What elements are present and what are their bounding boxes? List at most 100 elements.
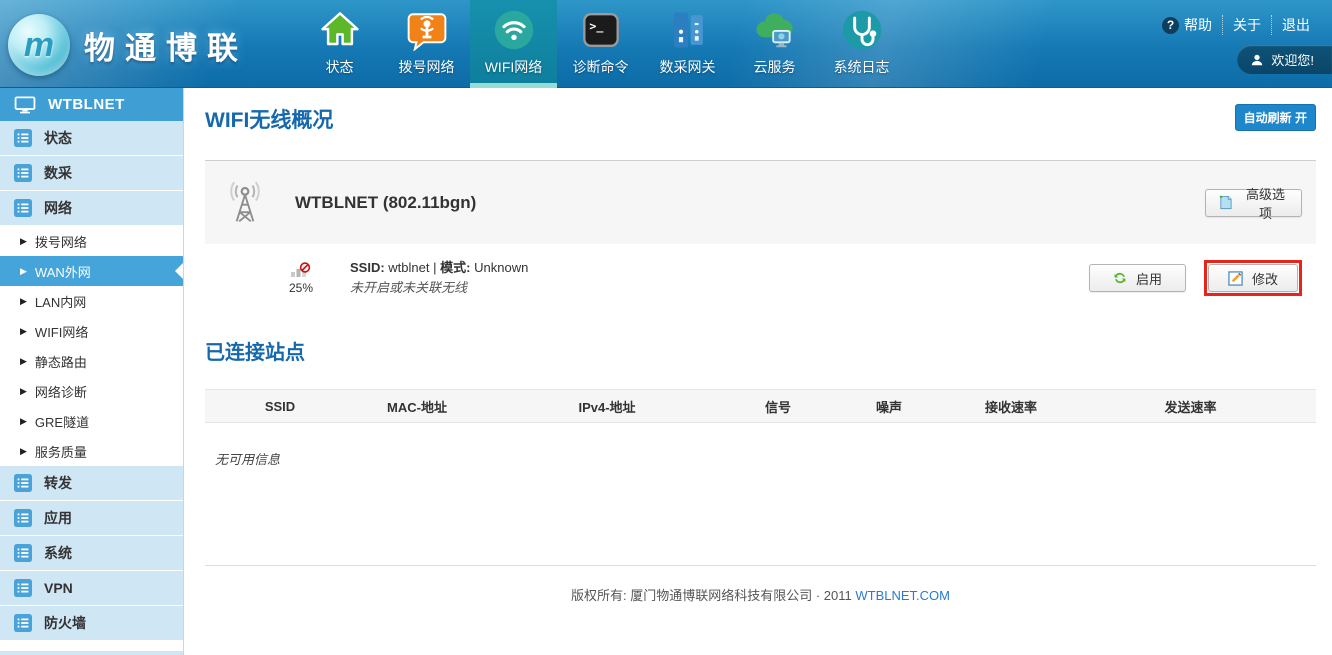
auto-refresh-toggle[interactable]: 自动刷新 开 — [1235, 104, 1316, 131]
logo-sphere-icon: m — [8, 14, 70, 76]
no-data-message: 无可用信息 — [205, 449, 1316, 468]
ssid-mode-line: SSID: wtblnet | 模式: Unknown — [350, 258, 528, 278]
sidebar-bottom-strip — [0, 650, 183, 655]
sidebar-item-label: 应用 — [44, 508, 72, 528]
caret-right-icon: ▶ — [20, 326, 27, 337]
sidebar-header: WTBLNET — [0, 88, 183, 121]
connected-stations-title: 已连接站点 — [205, 336, 1316, 365]
sidebar-item-firewall[interactable]: 防火墙 — [0, 606, 183, 641]
sidebar-item-label: 拨号网络 — [35, 232, 87, 251]
list-icon — [14, 474, 32, 492]
nav-label: 系统日志 — [834, 57, 890, 77]
modify-button[interactable]: 修改 — [1208, 264, 1298, 292]
svg-text:>_: >_ — [589, 19, 604, 34]
wifi-status-text: 未开启或未关联无线 — [350, 278, 528, 298]
list-icon — [14, 164, 32, 182]
sidebar-item-label: LAN内网 — [35, 292, 86, 311]
brand-logo: m 物通博联 — [8, 14, 248, 76]
nav-label: WIFI网络 — [485, 57, 543, 77]
device-name: WTBLNET — [48, 96, 125, 113]
sidebar-item-datacollect[interactable]: 数采 — [0, 156, 183, 191]
help-link[interactable]: 帮助 — [1184, 15, 1222, 35]
nav-tab-wifi[interactable]: WIFI网络 — [470, 0, 557, 88]
signal-disabled-icon — [290, 261, 312, 278]
welcome-badge[interactable]: 欢迎您! — [1237, 45, 1332, 74]
about-link[interactable]: 关于 — [1222, 15, 1271, 35]
sidebar-item-wan[interactable]: ▶ WAN外网 — [0, 256, 183, 286]
sidebar-item-label: 防火墙 — [44, 613, 86, 633]
router-admin-page: m 物通博联 状态 拨号网络 WIFI网络 — [0, 0, 1332, 655]
wifi-overview-panel: WTBLNET (802.11bgn) 高级选项 — [205, 160, 1316, 244]
nav-tab-syslog[interactable]: 系统日志 — [818, 0, 905, 88]
sidebar-item-label: 网络诊断 — [35, 382, 87, 401]
sidebar-item-lan[interactable]: ▶ LAN内网 — [0, 286, 183, 316]
page-add-icon — [1218, 195, 1233, 210]
nav-tab-diagnostics[interactable]: >_ 诊断命令 — [557, 0, 644, 88]
caret-right-icon: ▶ — [20, 266, 27, 277]
sidebar-item-vpn[interactable]: VPN — [0, 571, 183, 606]
footer-link[interactable]: WTBLNET.COM — [855, 588, 950, 603]
column-header-mac: MAC-地址 — [355, 397, 479, 416]
enable-button[interactable]: 启用 — [1089, 264, 1186, 292]
nav-label: 云服务 — [754, 57, 796, 77]
sidebar-item-gre-tunnel[interactable]: ▶ GRE隧道 — [0, 406, 183, 436]
sidebar-item-status[interactable]: 状态 — [0, 121, 183, 156]
sidebar-item-system[interactable]: 系统 — [0, 536, 183, 571]
refresh-icon — [1113, 271, 1127, 285]
page-title: WIFI无线概况 — [205, 104, 333, 134]
sidebar-item-label: WIFI网络 — [35, 322, 88, 341]
sidebar-item-label: 系统 — [44, 543, 72, 563]
sidebar-item-label: 服务质量 — [35, 442, 87, 461]
welcome-text: 欢迎您! — [1271, 50, 1314, 69]
user-icon — [1250, 53, 1264, 67]
sidebar-item-label: 状态 — [44, 128, 72, 148]
brand-name: 物通博联 — [84, 23, 248, 68]
column-header-noise: 噪声 — [821, 397, 957, 416]
monitor-icon — [14, 96, 36, 114]
wifi-network-title: WTBLNET (802.11bgn) — [295, 193, 476, 213]
column-header-ipv4: IPv4-地址 — [479, 397, 735, 416]
list-icon — [14, 614, 32, 632]
caret-right-icon: ▶ — [20, 416, 27, 427]
signal-indicator: 25% — [280, 261, 322, 295]
sidebar-item-qos[interactable]: ▶ 服务质量 — [0, 436, 183, 466]
sidebar-item-label: WAN外网 — [35, 262, 91, 281]
list-icon — [14, 579, 32, 597]
sidebar-item-net-diagnostics[interactable]: ▶ 网络诊断 — [0, 376, 183, 406]
help-icon: ? — [1162, 17, 1179, 34]
nav-tab-dialup[interactable]: 拨号网络 — [383, 0, 470, 88]
advanced-options-button[interactable]: 高级选项 — [1205, 189, 1302, 217]
caret-right-icon: ▶ — [20, 386, 27, 397]
column-header-rx-rate: 接收速率 — [957, 397, 1065, 416]
top-links: ? 帮助 关于 退出 — [1162, 15, 1320, 35]
wifi-icon — [491, 7, 537, 53]
sidebar-item-dialup-network[interactable]: ▶ 拨号网络 — [0, 226, 183, 256]
ssid-value: wtblnet — [388, 260, 429, 275]
list-icon — [14, 199, 32, 217]
nav-label: 数采网关 — [660, 57, 716, 77]
sidebar-item-network[interactable]: 网络 — [0, 191, 183, 226]
signal-percent: 25% — [289, 281, 313, 295]
logout-link[interactable]: 退出 — [1271, 15, 1320, 35]
sidebar-item-label: VPN — [44, 580, 73, 596]
antenna-icon — [225, 181, 265, 225]
sidebar-item-label: 数采 — [44, 163, 72, 183]
sidebar-item-forwarding[interactable]: 转发 — [0, 466, 183, 501]
nav-tab-cloud[interactable]: 云服务 — [731, 0, 818, 88]
nav-label: 拨号网络 — [399, 57, 455, 77]
nav-tab-gateway[interactable]: 数采网关 — [644, 0, 731, 88]
sidebar-item-application[interactable]: 应用 — [0, 501, 183, 536]
main-content: WIFI无线概况 自动刷新 开 WTBLNET (802.11bgn) 高级选项 — [185, 88, 1332, 655]
column-header-signal: 信号 — [735, 397, 821, 416]
sidebar-item-label: 转发 — [44, 473, 72, 493]
sidebar-item-wifi[interactable]: ▶ WIFI网络 — [0, 316, 183, 346]
annotation-highlight-box: 修改 — [1204, 260, 1302, 296]
footer-divider — [205, 565, 1316, 566]
column-header-ssid: SSID — [205, 399, 355, 414]
sidebar-item-static-route[interactable]: ▶ 静态路由 — [0, 346, 183, 376]
system-log-icon — [839, 7, 885, 53]
sidebar-item-label: 网络 — [44, 198, 72, 218]
caret-right-icon: ▶ — [20, 446, 27, 457]
column-header-tx-rate: 发送速率 — [1065, 397, 1316, 416]
nav-tab-status[interactable]: 状态 — [296, 0, 383, 88]
